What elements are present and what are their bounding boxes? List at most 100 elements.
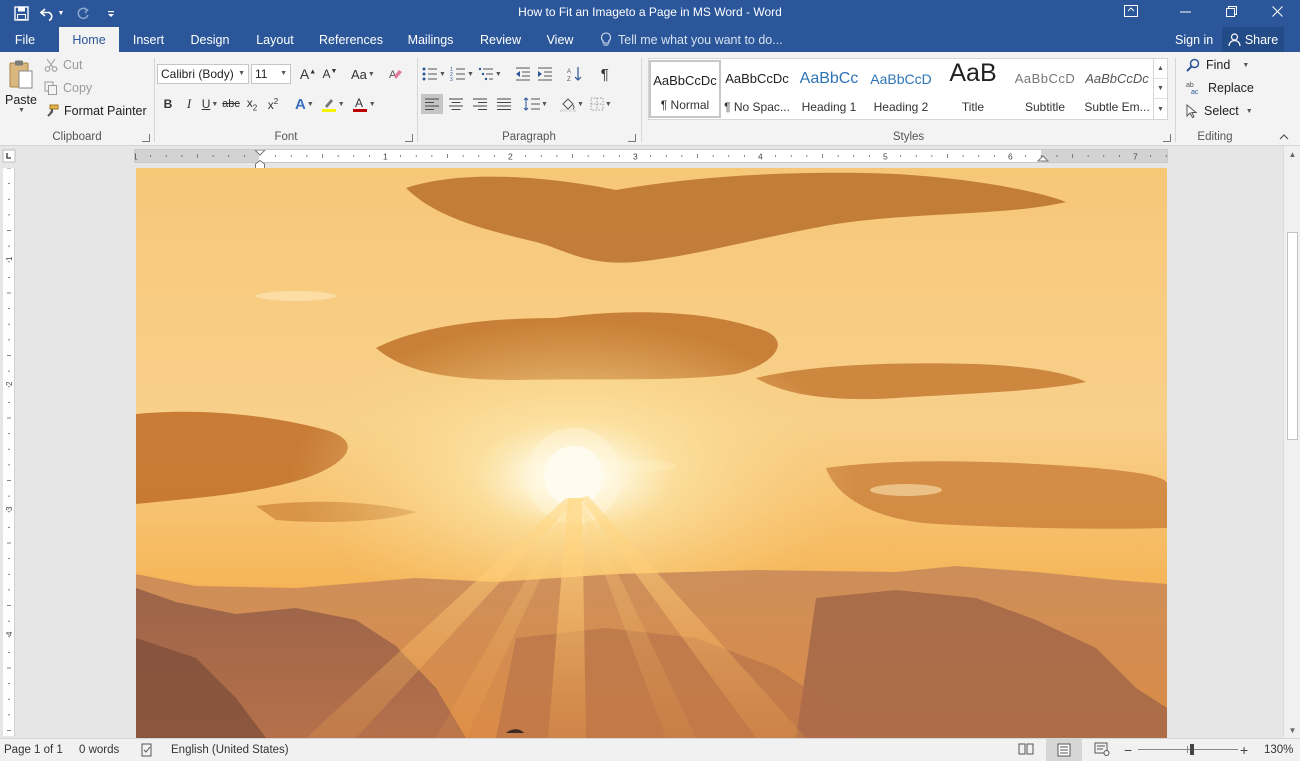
decrease-indent-button[interactable] (514, 64, 532, 84)
page-count[interactable]: Page 1 of 1 (4, 739, 63, 761)
find-dropdown-icon: ▼ (1242, 61, 1250, 69)
zoom-slider[interactable] (1138, 744, 1238, 755)
font-color-button[interactable]: A ▼ (352, 94, 376, 114)
numbering-button[interactable]: 123 ▼ (450, 64, 474, 84)
increase-indent-button[interactable] (536, 64, 554, 84)
copy-button[interactable]: Copy (44, 81, 92, 95)
font-name-combo[interactable]: Calibri (Body) ▼ (157, 64, 249, 84)
print-layout-icon (1057, 743, 1071, 757)
align-right-button[interactable] (469, 94, 491, 114)
ruler-number: 5 (883, 152, 888, 162)
scroll-up-button[interactable]: ▲ (1284, 146, 1300, 162)
svg-text:A: A (567, 69, 571, 75)
share-button[interactable]: Share (1222, 27, 1284, 52)
styles-scroll-up-button[interactable]: ▲ (1154, 59, 1167, 79)
horizontal-ruler[interactable]: 1 1 2 3 4 5 6 7 (134, 149, 1168, 169)
tab-references[interactable]: References (314, 27, 388, 52)
style-subtitle[interactable]: AaBbCcD Subtitle (1009, 60, 1081, 118)
italic-button[interactable]: I (180, 94, 198, 114)
align-left-button[interactable] (421, 94, 443, 114)
tab-view[interactable]: View (540, 27, 580, 52)
tab-selector[interactable] (0, 147, 18, 165)
select-dropdown-icon: ▼ (1245, 107, 1253, 115)
tab-review[interactable]: Review (474, 27, 527, 52)
paste-button[interactable]: Paste ▼ (4, 58, 38, 122)
clear-formatting-button[interactable]: A (387, 64, 405, 84)
font-size-combo[interactable]: 11 ▼ (251, 64, 291, 84)
ribbon: Paste ▼ Cut Copy Format Painter Clipboar… (0, 52, 1300, 146)
borders-button[interactable]: ▼ (590, 94, 612, 114)
select-label: Select (1204, 104, 1239, 118)
tab-layout[interactable]: Layout (249, 27, 301, 52)
multilevel-list-button[interactable]: ▼ (478, 64, 502, 84)
show-formatting-marks-button[interactable]: ¶ (596, 64, 614, 84)
find-button[interactable]: Find ▼ (1186, 58, 1249, 72)
sort-button[interactable]: AZ (566, 64, 584, 84)
grow-font-button[interactable]: A▲ (299, 64, 317, 84)
superscript-button[interactable]: x2 (264, 94, 282, 114)
styles-more-button[interactable]: ▼ (1154, 99, 1167, 119)
replace-button[interactable]: ab ac Replace (1186, 81, 1254, 95)
font-launcher-icon[interactable] (405, 134, 413, 142)
scrollbar-thumb[interactable] (1287, 232, 1298, 440)
style-title[interactable]: AaB Title (937, 60, 1009, 118)
align-center-button[interactable] (445, 94, 467, 114)
sign-in-link[interactable]: Sign in (1175, 27, 1213, 53)
vertical-scrollbar[interactable]: ▲ ▼ (1283, 146, 1300, 738)
subscript-button[interactable]: x2 (243, 94, 261, 114)
style-heading-2[interactable]: AaBbCcD Heading 2 (865, 60, 937, 118)
underline-button[interactable]: U ▼ (201, 94, 219, 114)
tell-me-search[interactable]: Tell me what you want to do... (600, 27, 783, 52)
shrink-font-button[interactable]: A▼ (321, 64, 339, 84)
tab-mailings[interactable]: Mailings (400, 27, 461, 52)
text-effects-button[interactable]: A ▼ (295, 94, 314, 114)
style-normal[interactable]: AaBbCcDc ¶ Normal (649, 60, 721, 118)
tab-insert[interactable]: Insert (125, 27, 172, 52)
collapse-ribbon-button[interactable] (1279, 130, 1293, 142)
print-layout-button[interactable] (1046, 739, 1082, 761)
bullets-button[interactable]: ▼ (422, 64, 446, 84)
style-no-spacing[interactable]: AaBbCcDc ¶ No Spac... (721, 60, 793, 118)
styles-launcher-icon[interactable] (1163, 134, 1171, 142)
font-color-icon: A (352, 96, 367, 112)
language-indicator[interactable]: English (United States) (171, 739, 289, 761)
select-button[interactable]: Select ▼ (1186, 104, 1253, 118)
vertical-ruler[interactable]: 1 2 3 4 (3, 167, 15, 736)
window-title: How to Fit an Imageto a Page in MS Word … (518, 5, 782, 19)
ribbon-display-options-button[interactable] (1108, 0, 1154, 22)
hanging-indent-marker[interactable] (255, 158, 265, 169)
close-button[interactable] (1254, 0, 1300, 22)
tab-file[interactable]: File (0, 27, 50, 52)
zoom-slider-thumb[interactable] (1189, 744, 1194, 755)
strikethrough-button[interactable]: abc (222, 94, 240, 114)
read-mode-button[interactable] (1018, 742, 1036, 758)
zoom-level[interactable]: 130% (1264, 739, 1293, 761)
zoom-out-button[interactable]: − (1124, 739, 1132, 761)
justify-button[interactable] (493, 94, 515, 114)
zoom-in-button[interactable]: + (1240, 739, 1248, 761)
word-count[interactable]: 0 words (79, 739, 119, 761)
bold-button[interactable]: B (159, 94, 177, 114)
clipboard-launcher-icon[interactable] (142, 134, 150, 142)
proofing-button[interactable] (140, 743, 156, 757)
sunset-image[interactable] (136, 168, 1167, 738)
paragraph-launcher-icon[interactable] (628, 134, 636, 142)
styles-group-label: Styles (892, 131, 925, 143)
style-subtle-emphasis[interactable]: AaBbCcDc Subtle Em... (1081, 60, 1153, 118)
document-page[interactable] (136, 168, 1167, 738)
line-spacing-button[interactable]: ▼ (523, 94, 548, 114)
styles-scroll-down-button[interactable]: ▼ (1154, 79, 1167, 99)
style-heading-1[interactable]: AaBbCc Heading 1 (793, 60, 865, 118)
scroll-down-button[interactable]: ▼ (1284, 722, 1300, 738)
minimize-button[interactable] (1162, 0, 1208, 22)
tab-design[interactable]: Design (184, 27, 236, 52)
change-case-button[interactable]: Aa ▼ (351, 64, 375, 84)
ribbon-display-icon (1124, 5, 1138, 17)
restore-button[interactable] (1208, 0, 1254, 22)
cut-button[interactable]: Cut (44, 58, 82, 72)
tab-home[interactable]: Home (59, 27, 119, 52)
highlight-color-button[interactable]: ▼ (321, 94, 345, 114)
shading-button[interactable]: ▼ (560, 94, 584, 114)
web-layout-button[interactable] (1094, 742, 1112, 758)
format-painter-button[interactable]: Format Painter (44, 104, 147, 118)
